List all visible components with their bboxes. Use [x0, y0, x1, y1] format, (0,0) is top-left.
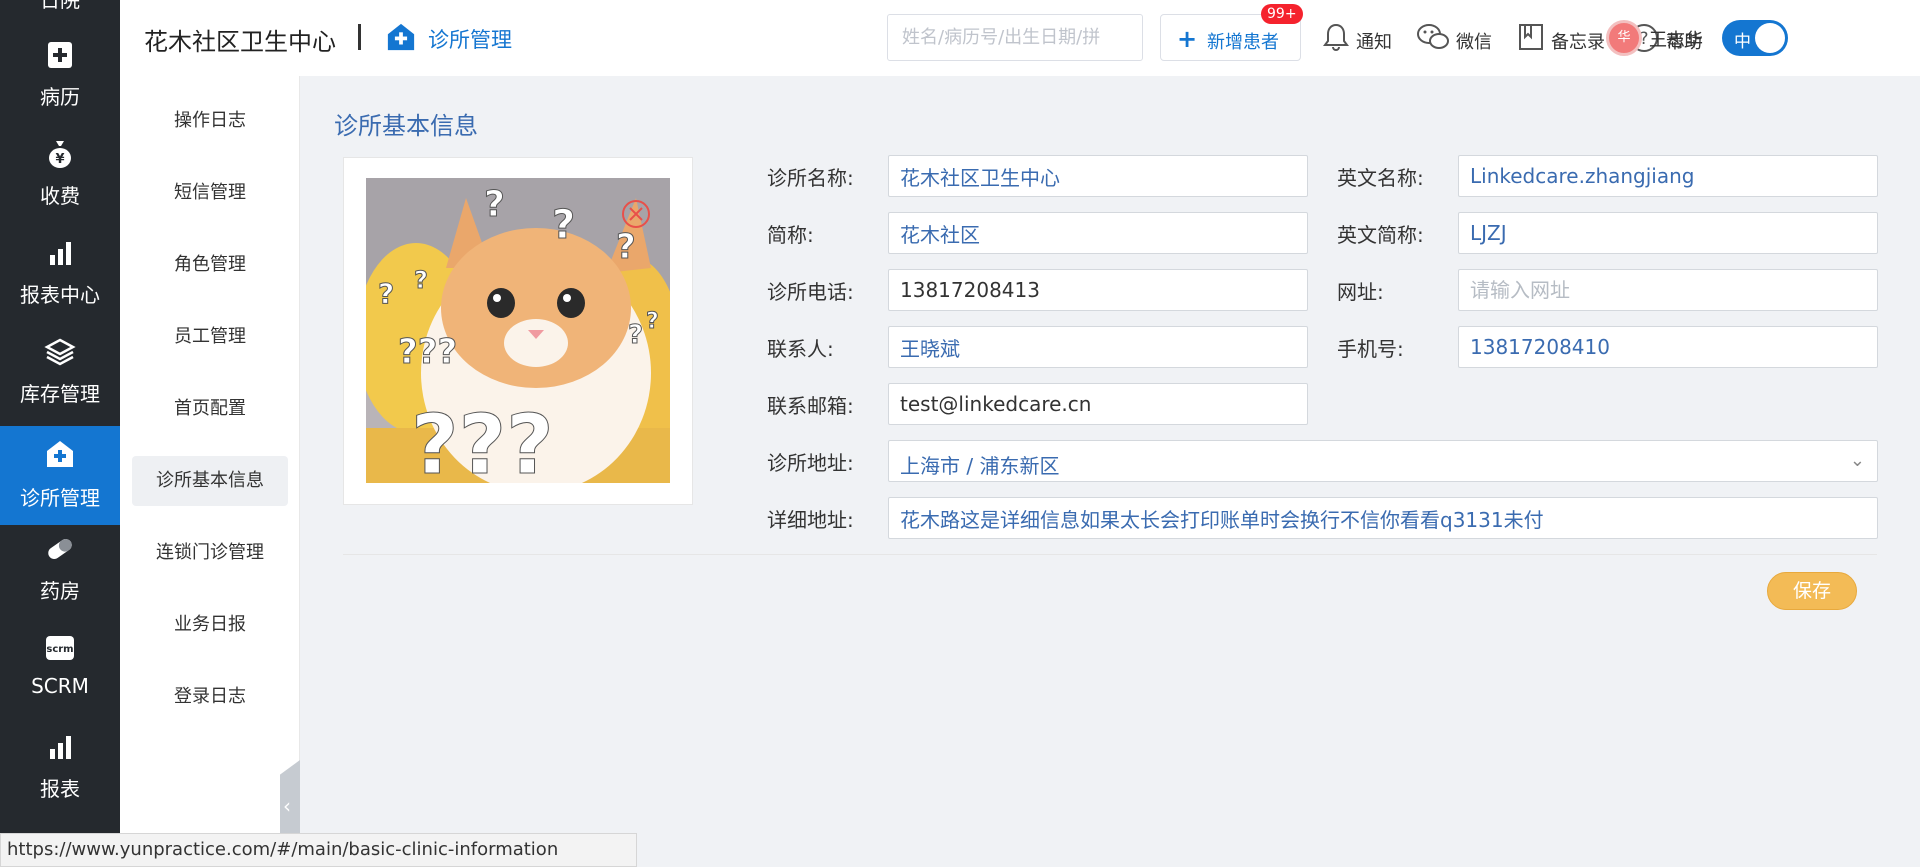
- svg-text:?: ?: [552, 202, 575, 248]
- nav-item-label: 收费: [40, 184, 80, 208]
- svg-text:?: ?: [628, 320, 643, 350]
- svg-text:?: ?: [414, 266, 428, 294]
- submenu-item-login-log[interactable]: 登录日志: [132, 672, 288, 722]
- notification-badge: 99+: [1261, 4, 1303, 24]
- save-button[interactable]: 保存: [1767, 572, 1857, 610]
- english-short-label: 英文简称:: [1337, 223, 1424, 247]
- status-bar-url: https://www.yunpractice.com/#/main/basic…: [0, 833, 637, 867]
- contact-field[interactable]: [888, 326, 1308, 368]
- website-field[interactable]: [1458, 269, 1878, 311]
- submenu-item-roles[interactable]: 角色管理: [132, 240, 288, 290]
- toggle-knob: [1755, 23, 1785, 53]
- patient-search-input[interactable]: [887, 14, 1143, 61]
- add-patient-label: 新增患者: [1207, 32, 1279, 53]
- module-title: 诊所管理: [428, 28, 512, 52]
- nav-item-label: 病历: [40, 85, 80, 109]
- secondary-menu: 操作日志 短信管理 角色管理 员工管理 首页配置 诊所基本信息 连锁门诊管理 业…: [120, 76, 300, 833]
- avatar[interactable]: 华: [1606, 20, 1642, 56]
- nav-item-reports[interactable]: 报表: [0, 713, 120, 812]
- nav-item-billing[interactable]: ¥ 收费: [0, 120, 120, 219]
- language-toggle[interactable]: 中: [1722, 20, 1788, 56]
- wechat-icon: [1417, 24, 1449, 49]
- bar-chart-icon: [50, 736, 71, 759]
- svg-text:?: ?: [378, 277, 394, 310]
- clinic-name-label: 诊所名称:: [767, 166, 854, 190]
- medical-record-icon: [48, 42, 72, 68]
- notification-button[interactable]: 通知: [1322, 16, 1394, 60]
- remove-photo-icon[interactable]: [620, 198, 652, 230]
- address-select[interactable]: 上海市 / 浦东新区 ⌄: [888, 440, 1878, 482]
- clinic-icon: [387, 23, 415, 51]
- form-divider: [343, 554, 1877, 555]
- detail-address-label: 详细地址:: [767, 508, 854, 532]
- english-name-field[interactable]: [1458, 155, 1878, 197]
- phone-field[interactable]: [888, 269, 1308, 311]
- submenu-item-homepage-config[interactable]: 首页配置: [132, 384, 288, 434]
- nav-item-label: SCRM: [31, 674, 89, 698]
- chevron-left-icon: ‹: [283, 794, 291, 818]
- user-name[interactable]: 王志华: [1649, 26, 1703, 52]
- svg-text:???: ???: [398, 332, 457, 372]
- phone-label: 诊所电话:: [767, 280, 854, 304]
- address-select-value: 上海市 / 浦东新区: [900, 454, 1060, 478]
- clinic-title: 花木社区卫生中心: [144, 28, 336, 56]
- website-label: 网址:: [1337, 280, 1384, 304]
- mobile-label: 手机号:: [1337, 337, 1404, 361]
- nav-item-label: 报表: [40, 777, 80, 801]
- layers-icon: [44, 338, 76, 366]
- svg-text:???: ???: [411, 398, 554, 483]
- nav-item-label: 库存管理: [20, 382, 100, 406]
- page-title: 诊所基本信息: [334, 112, 478, 140]
- svg-text:?: ?: [646, 309, 659, 334]
- nav-item-scrm[interactable]: scrm SCRM: [0, 614, 120, 713]
- notification-label: 通知: [1356, 32, 1392, 53]
- submenu-item-daily-report[interactable]: 业务日报: [132, 600, 288, 650]
- chevron-down-icon: ⌄: [1849, 450, 1865, 471]
- nav-item-report-center[interactable]: 报表中心: [0, 219, 120, 318]
- short-name-field[interactable]: [888, 212, 1308, 254]
- title-divider: [358, 24, 361, 50]
- submenu-item-staff[interactable]: 员工管理: [132, 312, 288, 362]
- contact-label: 联系人:: [767, 337, 834, 361]
- memo-book-icon: [1519, 24, 1543, 50]
- money-bag-icon: ¥: [49, 141, 71, 168]
- submenu-item-sms[interactable]: 短信管理: [132, 168, 288, 218]
- submenu-item-chain-clinics[interactable]: 连锁门诊管理: [132, 528, 288, 578]
- address-label: 诊所地址:: [767, 451, 854, 475]
- nav-item-clinic-management[interactable]: 诊所管理: [0, 426, 120, 525]
- clinic-name-field[interactable]: [888, 155, 1308, 197]
- short-name-label: 简称:: [767, 223, 814, 247]
- wechat-label: 微信: [1456, 32, 1492, 53]
- plus-icon: +: [1177, 25, 1198, 53]
- nav-item-pharmacy[interactable]: 药房: [0, 515, 120, 614]
- nav-item-label: 诊所管理: [20, 486, 100, 510]
- detail-address-field[interactable]: [888, 497, 1878, 539]
- nav-item-inventory[interactable]: 库存管理: [0, 318, 120, 417]
- nav-item-medical-record[interactable]: 病历: [0, 21, 120, 120]
- clinic-icon: [47, 441, 73, 467]
- memo-label: 备忘录: [1551, 32, 1605, 53]
- nav-item-label: 报表中心: [20, 283, 100, 307]
- english-name-label: 英文名称:: [1337, 166, 1424, 190]
- bar-chart-icon: [50, 242, 71, 265]
- english-short-field[interactable]: [1458, 212, 1878, 254]
- bell-icon: [1323, 23, 1349, 51]
- pill-icon: [48, 538, 72, 560]
- svg-text:¥: ¥: [55, 152, 64, 167]
- mobile-field[interactable]: [1458, 326, 1878, 368]
- submenu-item-clinic-info[interactable]: 诊所基本信息: [132, 456, 288, 506]
- svg-text:?: ?: [616, 227, 636, 267]
- language-toggle-label: 中: [1734, 32, 1751, 52]
- nav-item-partial[interactable]: 日院: [0, 0, 120, 13]
- memo-button[interactable]: 备忘录: [1517, 16, 1609, 60]
- submenu-item-operation-log[interactable]: 操作日志: [132, 96, 288, 146]
- left-navigation: 日院 病历 ¥ 收费 报表中心 库存管理 诊所管理 药房 scrm SCRM 报…: [0, 0, 120, 833]
- wechat-button[interactable]: 微信: [1416, 16, 1492, 60]
- clinic-photo-card: ? ? ? ? ? ??? ? ? ???: [343, 157, 693, 505]
- email-field[interactable]: [888, 383, 1308, 425]
- scrm-icon-text: scrm: [46, 644, 74, 655]
- nav-item-label: 药房: [40, 579, 80, 603]
- svg-text:?: ?: [484, 184, 505, 225]
- email-label: 联系邮箱:: [767, 394, 854, 418]
